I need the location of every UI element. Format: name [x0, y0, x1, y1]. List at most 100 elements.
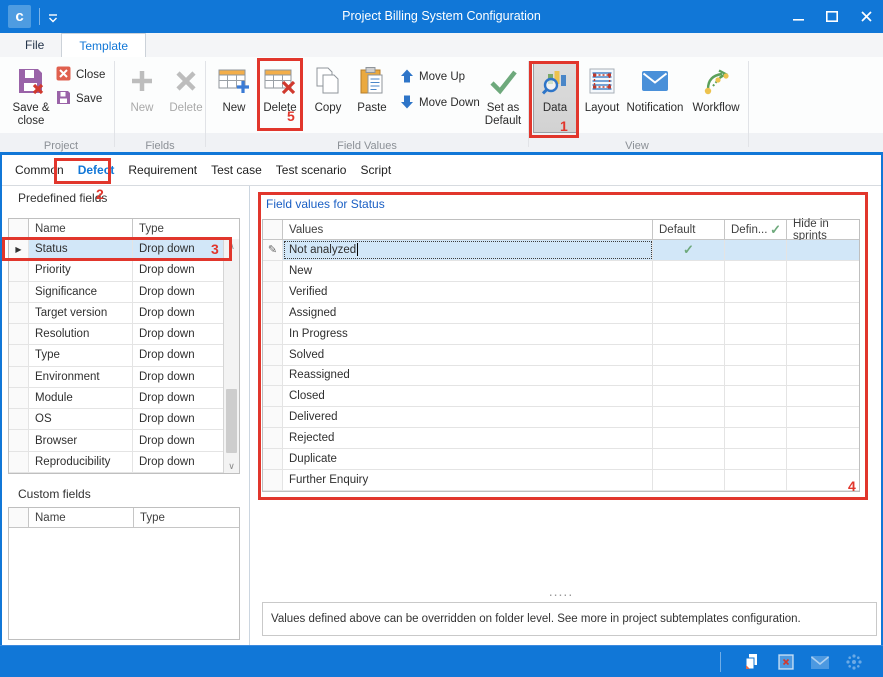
table-row[interactable]: OSDrop down	[9, 409, 223, 430]
copy-icon	[314, 64, 342, 98]
column-header-name[interactable]: Name	[29, 508, 134, 527]
annotation-number-4: 4	[848, 478, 856, 494]
row-indicator	[9, 282, 29, 302]
table-row[interactable]: BrowserDrop down	[9, 430, 223, 451]
scroll-down-icon[interactable]: ∨	[224, 459, 239, 473]
new-field-button: New	[122, 61, 162, 133]
status-separator	[720, 652, 721, 672]
tab-script[interactable]: Script	[353, 163, 398, 177]
table-row[interactable]: TypeDrop down	[9, 345, 223, 366]
cell-name[interactable]: Priority	[29, 260, 133, 280]
ribbon: Save & close Close Save New Delete New	[0, 57, 883, 152]
set-as-default-button[interactable]: Set as Default	[478, 61, 528, 133]
table-row[interactable]: ModuleDrop down	[9, 388, 223, 409]
delete-field-button: Delete	[164, 61, 208, 133]
table-row[interactable]: EnvironmentDrop down	[9, 367, 223, 388]
application-window: c Project Billing System Configuration F…	[0, 0, 883, 677]
cell-type[interactable]: Drop down	[133, 345, 223, 365]
column-header-type[interactable]: Type	[133, 219, 223, 238]
move-up-button[interactable]: Move Up	[400, 67, 465, 87]
row-indicator	[9, 430, 29, 450]
close-button[interactable]	[849, 0, 883, 33]
annotation-number-1: 1	[560, 118, 568, 134]
notification-view-button[interactable]: Notification	[624, 61, 686, 133]
cell-type[interactable]: Drop down	[133, 388, 223, 408]
cell-name[interactable]: OS	[29, 409, 133, 429]
workflow-view-button[interactable]: Workflow	[688, 61, 744, 133]
cell-name[interactable]: Type	[29, 345, 133, 365]
workflow-view-icon	[701, 64, 731, 98]
save-button[interactable]: Save	[56, 89, 102, 109]
table-row[interactable]: SignificanceDrop down	[9, 282, 223, 303]
layout-view-button[interactable]: Layout	[581, 61, 623, 133]
frame-status-icon[interactable]	[775, 651, 797, 673]
tab-test-case[interactable]: Test case	[204, 163, 269, 177]
cell-name[interactable]: Module	[29, 388, 133, 408]
scrollbar-thumb[interactable]	[226, 389, 237, 453]
cell-type[interactable]: Drop down	[133, 367, 223, 387]
new-value-button[interactable]: New	[214, 61, 254, 133]
row-indicator	[9, 260, 29, 280]
workflow-status-icon[interactable]	[843, 651, 865, 673]
custom-grid-header: Name Type	[9, 508, 239, 528]
paste-button[interactable]: Paste	[352, 61, 392, 133]
panel-divider	[249, 186, 250, 645]
vertical-scrollbar[interactable]: ∧ ∨	[223, 239, 239, 473]
tab-requirement[interactable]: Requirement	[121, 163, 204, 177]
cell-type[interactable]: Drop down	[133, 324, 223, 344]
cell-name[interactable]: Resolution	[29, 324, 133, 344]
cell-name[interactable]: Target version	[29, 303, 133, 323]
mail-status-icon[interactable]	[809, 651, 831, 673]
close-project-button[interactable]: Close	[56, 65, 105, 85]
window-title: Project Billing System Configuration	[0, 0, 883, 33]
copy-template-icon[interactable]	[741, 651, 763, 673]
table-row[interactable]: ResolutionDrop down	[9, 324, 223, 345]
cell-name[interactable]: Environment	[29, 367, 133, 387]
new-field-icon	[128, 64, 156, 98]
splitter-handle[interactable]: .....	[262, 588, 860, 598]
group-caption-field-values: Field Values	[206, 140, 528, 152]
row-indicator	[9, 345, 29, 365]
predefined-fields-title: Predefined fields	[18, 191, 107, 205]
delete-field-icon	[172, 64, 200, 98]
cell-name[interactable]: Significance	[29, 282, 133, 302]
annotation-number-5: 5	[287, 108, 295, 124]
cell-type[interactable]: Drop down	[133, 452, 223, 472]
cell-type[interactable]: Drop down	[133, 260, 223, 280]
close-project-icon	[56, 66, 71, 84]
row-indicator	[9, 367, 29, 387]
table-row[interactable]: Target versionDrop down	[9, 303, 223, 324]
cell-type[interactable]: Drop down	[133, 409, 223, 429]
table-row[interactable]: ReproducibilityDrop down	[9, 452, 223, 473]
copy-button[interactable]: Copy	[308, 61, 348, 133]
save-and-close-button[interactable]: Save & close	[8, 61, 54, 133]
cell-name[interactable]: Browser	[29, 430, 133, 450]
template-tab-strip: CommonDefectRequirementTest caseTest sce…	[0, 155, 883, 186]
maximize-button[interactable]	[815, 0, 849, 33]
window-border-left	[0, 155, 2, 645]
move-up-icon	[400, 69, 414, 86]
save-icon	[56, 90, 71, 108]
notification-view-icon	[640, 64, 670, 98]
minimize-button[interactable]	[781, 0, 815, 33]
save-close-icon	[16, 64, 46, 98]
ribbon-tab-file[interactable]: File	[8, 33, 61, 57]
ribbon-tab-template[interactable]: Template	[61, 33, 146, 57]
cell-type[interactable]: Drop down	[133, 282, 223, 302]
predefined-grid-header: Name Type	[9, 219, 223, 239]
custom-grid-body[interactable]	[9, 528, 239, 639]
footer-note: Values defined above can be overridden o…	[262, 602, 877, 636]
group-separator	[114, 61, 115, 147]
row-indicator	[9, 409, 29, 429]
layout-view-icon	[587, 64, 617, 98]
cell-type[interactable]: Drop down	[133, 430, 223, 450]
column-header-name[interactable]: Name	[29, 219, 133, 238]
move-down-button[interactable]: Move Down	[400, 93, 480, 113]
column-header-type[interactable]: Type	[134, 508, 239, 527]
cell-name[interactable]: Reproducibility	[29, 452, 133, 472]
table-row[interactable]: PriorityDrop down	[9, 260, 223, 281]
paste-icon	[358, 64, 386, 98]
cell-type[interactable]: Drop down	[133, 303, 223, 323]
tab-test-scenario[interactable]: Test scenario	[269, 163, 354, 177]
annotation-box-status-row	[2, 237, 232, 261]
